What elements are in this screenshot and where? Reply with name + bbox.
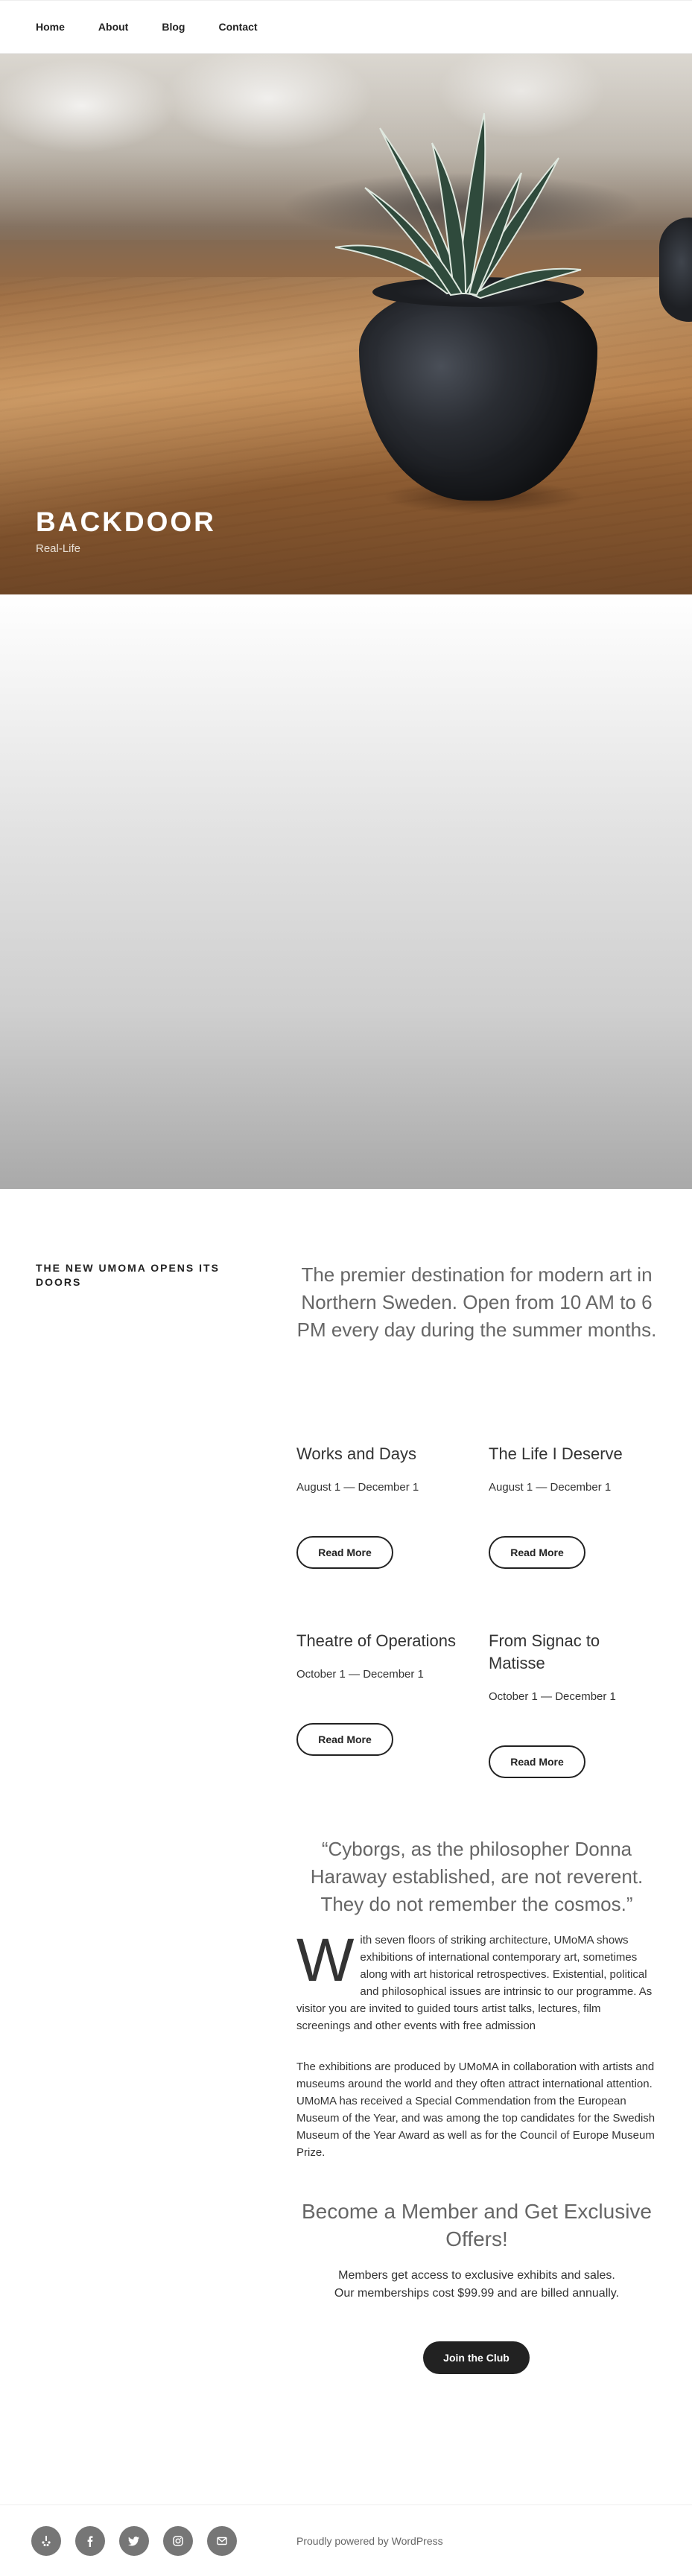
gradient-panel <box>0 594 692 1189</box>
top-navigation: Home About Blog Contact <box>0 0 692 54</box>
intro-text: The premier destination for modern art i… <box>296 1263 657 1341</box>
event-dates: August 1 — December 1 <box>489 1481 612 1494</box>
nav-link-blog[interactable]: Blog <box>162 21 185 33</box>
pull-quote: “Cyborgs, as the philosopher Donna Haraw… <box>310 1838 644 1915</box>
event-dates: October 1 — December 1 <box>489 1690 616 1703</box>
event-title[interactable]: Works and Days <box>296 1443 475 1465</box>
hero-plant <box>334 112 582 299</box>
drop-cap: W <box>296 1926 355 1994</box>
membership-text: Members get access to exclusive exhibits… <box>296 2267 657 2303</box>
site-title[interactable]: BACKDOOR <box>36 507 216 538</box>
email-icon[interactable] <box>207 2526 237 2556</box>
nav-item-contact: Contact <box>218 21 291 33</box>
social-links <box>31 2526 237 2556</box>
powered-by-link[interactable]: Proudly powered by WordPress <box>296 2535 443 2547</box>
membership-title: Become a Member and Get Exclusive Offers… <box>302 2200 652 2250</box>
join-club-button[interactable]: Join the Club <box>423 2341 530 2374</box>
nav-link-about[interactable]: About <box>98 21 128 33</box>
event-dates: August 1 — December 1 <box>296 1481 419 1494</box>
section-title: THE NEW UMOMA OPENS ITS DOORS <box>36 1262 220 1288</box>
instagram-icon[interactable] <box>163 2526 193 2556</box>
site-tagline: Real-Life <box>36 542 81 555</box>
nav-menu: Home About Blog Contact <box>36 21 291 33</box>
event-dates: October 1 — December 1 <box>296 1668 424 1681</box>
site-footer: Proudly powered by WordPress <box>0 2504 692 2576</box>
event-card: From Signac to Matisse October 1 — Decem… <box>489 1630 638 1704</box>
facebook-icon[interactable] <box>75 2526 105 2556</box>
read-more-button[interactable]: Read More <box>489 1536 585 1569</box>
body-paragraph: With seven floors of striking architectu… <box>296 1926 657 2034</box>
nav-link-contact[interactable]: Contact <box>218 21 257 33</box>
event-title[interactable]: Theatre of Operations <box>296 1630 475 1652</box>
event-title[interactable]: The Life I Deserve <box>489 1443 667 1465</box>
read-more-button[interactable]: Read More <box>296 1536 393 1569</box>
body-paragraph: The exhibitions are produced by UMoMA in… <box>296 2061 656 2159</box>
nav-item-blog: Blog <box>162 21 218 33</box>
nav-item-home: Home <box>36 21 98 33</box>
twitter-icon[interactable] <box>119 2526 149 2556</box>
event-card: Theatre of Operations October 1 — Decemb… <box>296 1630 475 1682</box>
read-more-button[interactable]: Read More <box>296 1723 393 1756</box>
hero-second-pot <box>659 218 692 322</box>
nav-link-home[interactable]: Home <box>36 21 65 33</box>
read-more-button[interactable]: Read More <box>489 1745 585 1778</box>
membership-line: Our memberships cost $99.99 and are bill… <box>334 2287 620 2300</box>
event-card: The Life I Deserve August 1 — December 1 <box>489 1443 667 1495</box>
event-card: Works and Days August 1 — December 1 <box>296 1443 475 1495</box>
yelp-icon[interactable] <box>31 2526 61 2556</box>
header-image: BACKDOOR Real-Life <box>0 54 692 594</box>
nav-item-about: About <box>98 21 162 33</box>
membership-line: Members get access to exclusive exhibits… <box>338 2269 615 2282</box>
event-title[interactable]: From Signac to Matisse <box>489 1630 638 1675</box>
